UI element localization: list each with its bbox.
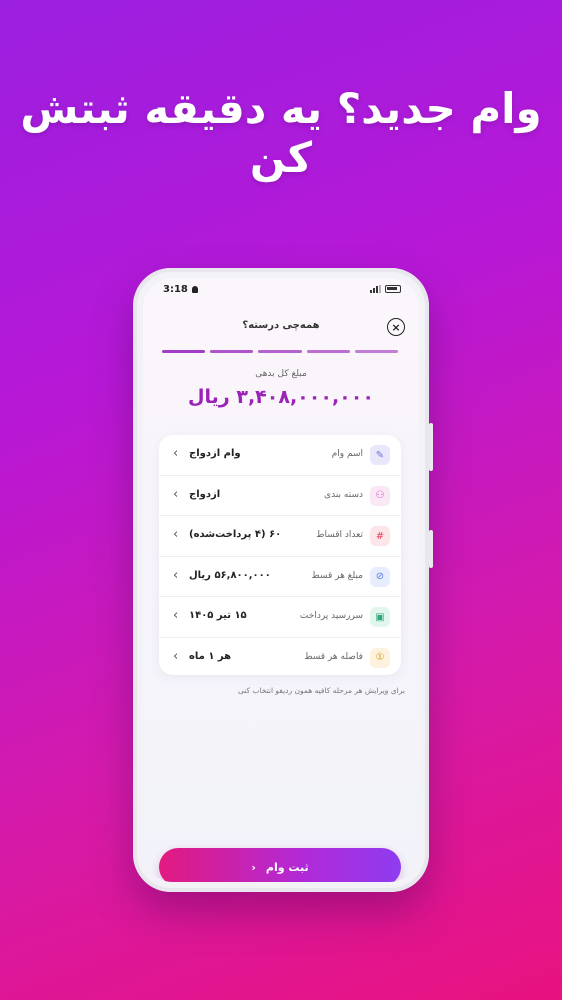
total-debt-amount: ۳,۴۰۸,۰۰۰,۰۰۰ ریال xyxy=(188,386,374,408)
row-label: دسته بندی xyxy=(324,489,363,500)
progress-step xyxy=(306,350,350,353)
row-value: ۵۶,۸۰۰,۰۰۰ ریال xyxy=(189,569,271,581)
detail-row[interactable]: ⊘ مبلغ هر قسط ۵۶,۸۰۰,۰۰۰ ریال ‹ xyxy=(159,557,401,597)
row-label: سررسید پرداخت xyxy=(299,611,363,621)
detail-row[interactable]: ✎ اسم وام وام ازدواج ‹ xyxy=(159,435,401,476)
row-label: فاصله هر قسط xyxy=(304,651,363,662)
row-label: تعداد اقساط xyxy=(316,530,363,540)
chevron-left-icon: ‹ xyxy=(173,567,179,583)
phone-screen: 3:18 همه‌چی درسته؟ × مبلغ کل بدهی ۳,۴۰۸,… xyxy=(143,278,419,882)
detail-row[interactable]: ① فاصله هر قسط هر ۱ ماه ‹ xyxy=(159,638,401,679)
chevron-left-icon: ‹ xyxy=(173,608,179,623)
progress-step xyxy=(258,350,302,353)
signal-icon xyxy=(370,285,381,293)
page-title: همه‌چی درسته؟ xyxy=(242,320,320,331)
wallet-icon: ▣ xyxy=(370,607,390,627)
battery-icon xyxy=(385,285,401,293)
coin-icon: ⊘ xyxy=(370,566,390,587)
submit-loan-button[interactable]: ثبت وام ‹ xyxy=(159,848,401,882)
step-progress xyxy=(162,350,399,353)
power-button xyxy=(429,530,433,568)
row-value: ازدواج xyxy=(189,488,221,500)
bell-icon xyxy=(191,285,198,293)
top-bar: همه‌چی درسته؟ × xyxy=(143,316,419,340)
user-plus-icon: ⚇ xyxy=(370,485,390,506)
chevron-left-icon: ‹ xyxy=(173,486,179,502)
row-label: اسم وام xyxy=(331,449,363,459)
volume-button xyxy=(429,423,433,471)
close-button[interactable]: × xyxy=(387,318,405,336)
chevron-left-icon: ‹ xyxy=(251,860,256,874)
status-bar: 3:18 xyxy=(143,278,419,300)
row-label: مبلغ هر قسط xyxy=(311,570,363,581)
pencil-icon: ✎ xyxy=(370,445,390,465)
status-time: 3:18 xyxy=(163,283,188,295)
submit-label: ثبت وام xyxy=(265,860,309,874)
progress-step xyxy=(354,350,399,353)
headline: وام جدید؟ یه دقیقه ثبتش کن xyxy=(20,84,542,182)
clock-icon: ① xyxy=(370,647,390,668)
row-value: هر ۱ ماه xyxy=(189,650,232,662)
edit-hint: برای ویرایش هر مرحله کافیه همون ردیفو ان… xyxy=(237,686,405,695)
row-value: ۱۵ تیر ۱۴۰۵ xyxy=(189,610,247,621)
loan-summary-card: ✎ اسم وام وام ازدواج ‹ ⚇ دسته بندی ازدواج ‹ # تعد… xyxy=(159,435,401,675)
detail-row[interactable]: ⚇ دسته بندی ازدواج ‹ xyxy=(159,476,401,516)
chevron-left-icon: ‹ xyxy=(173,446,179,461)
row-value: ۶۰ (۴ پرداخت‌شده) xyxy=(189,529,282,540)
detail-row[interactable]: ▣ سررسید پرداخت ۱۵ تیر ۱۴۰۵ ‹ xyxy=(159,597,401,638)
progress-step xyxy=(210,350,254,353)
phone-frame: 3:18 همه‌چی درسته؟ × مبلغ کل بدهی ۳,۴۰۸,… xyxy=(133,268,433,892)
chevron-left-icon: ‹ xyxy=(173,648,179,664)
chevron-left-icon: ‹ xyxy=(173,527,179,542)
total-debt-label: مبلغ کل بدهی xyxy=(255,369,307,379)
row-value: وام ازدواج xyxy=(189,448,241,459)
close-icon: × xyxy=(391,320,401,334)
progress-step xyxy=(162,350,206,353)
detail-row[interactable]: # تعداد اقساط ۶۰ (۴ پرداخت‌شده) ‹ xyxy=(159,516,401,557)
hash-icon: # xyxy=(370,526,390,546)
